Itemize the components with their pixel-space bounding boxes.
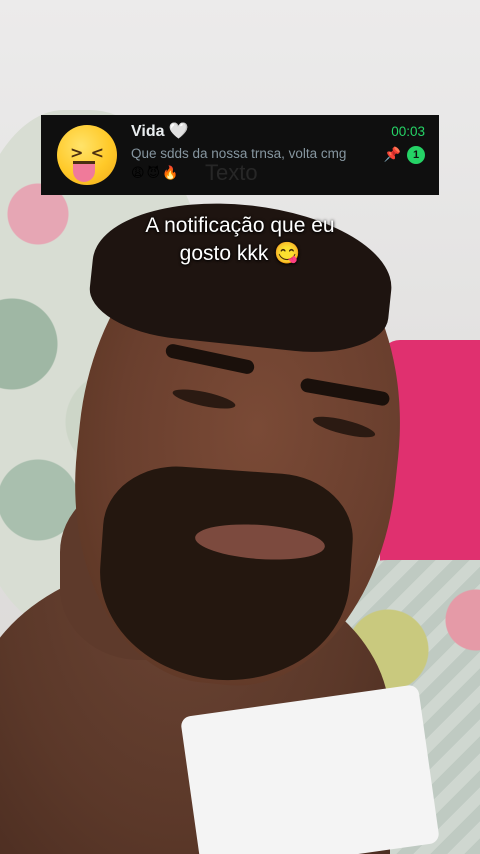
pin-icon: 📌: [383, 147, 401, 163]
message-emojis: 😩😈🔥: [131, 166, 181, 181]
contact-name: Vida: [131, 123, 165, 140]
video-caption: A notificação que eu gosto kkk 😋: [0, 212, 480, 268]
caption-line-1: A notificação que eu: [145, 214, 335, 237]
contact-avatar: > <: [55, 123, 119, 187]
unread-count-badge: 1: [407, 146, 425, 164]
caption-line-2: gosto kkk 😋: [179, 242, 301, 265]
video-frame: > < Vida 🤍 Que sdds da nossa trnsa, volta…: [0, 0, 480, 854]
contact-name-row: Vida 🤍: [131, 121, 188, 141]
overlay-text: Texto: [205, 160, 258, 185]
zany-face-emoji-icon: > <: [57, 125, 117, 185]
message-preview: Que sdds da nossa trnsa, volta cmg: [131, 146, 347, 161]
white-heart-icon: 🤍: [168, 123, 189, 140]
message-time: 00:03: [391, 124, 425, 139]
